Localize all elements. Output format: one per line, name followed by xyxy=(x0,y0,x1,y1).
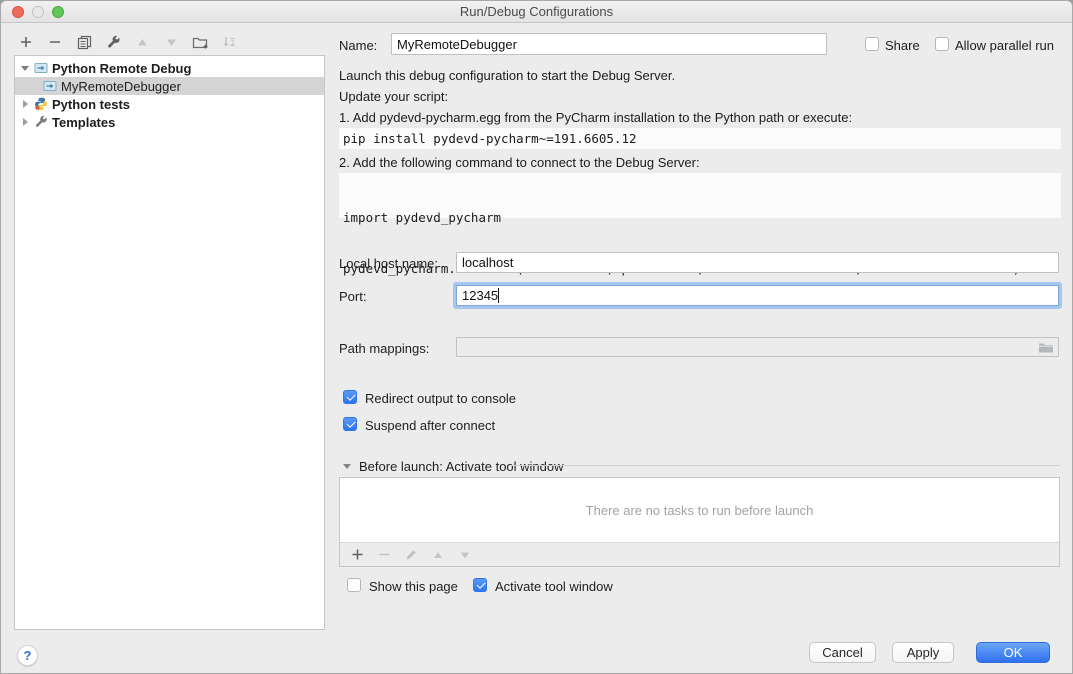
sort-alphabetically-icon xyxy=(222,35,236,49)
move-task-up-button[interactable] xyxy=(429,546,447,564)
add-configuration-button[interactable] xyxy=(15,31,37,53)
tree-item-python-tests[interactable]: Python tests xyxy=(15,95,324,113)
remote-debug-icon xyxy=(43,79,57,93)
before-launch-tasks-panel: There are no tasks to run before launch xyxy=(339,477,1060,567)
browse-path-mappings-button[interactable] xyxy=(1037,340,1055,354)
port-label: Port: xyxy=(339,289,366,304)
allow-parallel-run-label: Allow parallel run xyxy=(955,38,1054,53)
share-label: Share xyxy=(885,38,920,53)
remote-debug-icon xyxy=(34,61,48,75)
remove-task-button[interactable] xyxy=(375,546,393,564)
tree-item-python-remote-debug[interactable]: Python Remote Debug xyxy=(15,59,324,77)
show-this-page-checkbox[interactable] xyxy=(347,578,361,592)
ok-button[interactable]: OK xyxy=(976,642,1050,663)
pip-install-code: pip install pydevd-pycharm~=191.6605.12 xyxy=(339,128,1061,149)
before-launch-toolbar xyxy=(340,542,1059,566)
before-launch-empty-text: There are no tasks to run before launch xyxy=(340,478,1059,543)
cancel-button[interactable]: Cancel xyxy=(809,642,876,663)
sort-configurations-button[interactable] xyxy=(218,31,240,53)
allow-parallel-run-checkbox[interactable] xyxy=(935,37,949,51)
move-task-down-button[interactable] xyxy=(456,546,474,564)
port-input[interactable] xyxy=(456,285,1059,306)
chevron-collapsed-icon[interactable] xyxy=(20,99,30,109)
tree-item-label: Templates xyxy=(52,115,115,130)
text-caret xyxy=(498,288,499,303)
minus-icon xyxy=(378,548,391,561)
before-launch-divider xyxy=(509,465,1060,466)
instruction-line-1: Launch this debug configuration to start… xyxy=(339,68,675,83)
tree-item-label: MyRemoteDebugger xyxy=(61,79,181,94)
before-launch-header: Before launch: Activate tool window xyxy=(359,459,564,474)
instruction-step-2: 2. Add the following command to connect … xyxy=(339,155,700,170)
show-this-page-label: Show this page xyxy=(369,579,458,594)
apply-button[interactable]: Apply xyxy=(892,642,954,663)
arrow-up-icon xyxy=(136,36,149,49)
activate-tool-window-checkbox[interactable] xyxy=(473,578,487,592)
edit-task-button[interactable] xyxy=(402,546,420,564)
activate-tool-window-label: Activate tool window xyxy=(495,579,613,594)
python-tests-icon xyxy=(34,97,48,111)
redirect-output-label: Redirect output to console xyxy=(365,391,516,406)
settrace-code-line-1: import pydevd_pycharm xyxy=(343,209,1057,226)
edit-templates-button[interactable] xyxy=(102,31,124,53)
titlebar: Run/Debug Configurations xyxy=(1,1,1072,23)
chevron-collapsed-icon[interactable] xyxy=(20,117,30,127)
move-down-button[interactable] xyxy=(160,31,182,53)
arrow-up-icon xyxy=(432,549,444,561)
folder-icon xyxy=(1038,341,1054,354)
add-task-button[interactable] xyxy=(348,546,366,564)
instruction-line-2: Update your script: xyxy=(339,89,448,104)
path-mappings-label: Path mappings: xyxy=(339,341,429,356)
suspend-after-connect-label: Suspend after connect xyxy=(365,418,495,433)
share-checkbox[interactable] xyxy=(865,37,879,51)
plus-icon xyxy=(351,548,364,561)
local-host-name-input[interactable] xyxy=(456,252,1059,273)
before-launch-collapse-icon[interactable] xyxy=(342,461,352,471)
settrace-code: import pydevd_pycharm pydevd_pycharm.set… xyxy=(339,173,1061,218)
tree-item-label: Python tests xyxy=(52,97,130,112)
configurations-toolbar xyxy=(15,30,240,54)
redirect-output-checkbox[interactable] xyxy=(343,390,357,404)
move-up-button[interactable] xyxy=(131,31,153,53)
copy-configuration-button[interactable] xyxy=(73,31,95,53)
copy-icon xyxy=(77,35,92,50)
remove-configuration-button[interactable] xyxy=(44,31,66,53)
run-debug-configurations-dialog: Run/Debug Configurations xyxy=(0,0,1073,674)
arrow-down-icon xyxy=(165,36,178,49)
help-button[interactable]: ? xyxy=(17,645,38,666)
name-input[interactable] xyxy=(391,33,827,55)
new-folder-icon xyxy=(192,35,209,49)
configurations-tree: Python Remote Debug MyRemoteDebugger Pyt… xyxy=(14,55,325,630)
templates-wrench-icon xyxy=(34,115,48,129)
plus-icon xyxy=(19,35,33,49)
tree-item-templates[interactable]: Templates xyxy=(15,113,324,131)
arrow-down-icon xyxy=(459,549,471,561)
instruction-step-1: 1. Add pydevd-pycharm.egg from the PyCha… xyxy=(339,110,852,125)
tree-item-label: Python Remote Debug xyxy=(52,61,191,76)
path-mappings-field[interactable] xyxy=(456,337,1059,357)
wrench-icon xyxy=(106,35,121,50)
tree-item-myremotedebugger[interactable]: MyRemoteDebugger xyxy=(15,77,324,95)
local-host-name-label: Local host name: xyxy=(339,256,438,271)
name-label: Name: xyxy=(339,38,377,53)
window-title: Run/Debug Configurations xyxy=(1,4,1072,19)
new-folder-button[interactable] xyxy=(189,31,211,53)
suspend-after-connect-checkbox[interactable] xyxy=(343,417,357,431)
minus-icon xyxy=(48,35,62,49)
question-mark-icon: ? xyxy=(24,648,32,663)
pencil-icon xyxy=(405,548,418,561)
chevron-expanded-icon[interactable] xyxy=(20,63,30,73)
